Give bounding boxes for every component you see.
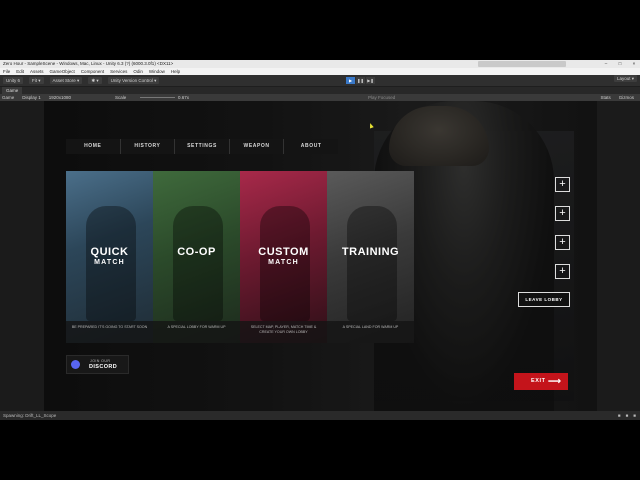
game-mode-dropdown[interactable]: Game [2, 94, 14, 101]
card-description: A SPECIAL LAND FOR WARM UP [342, 325, 399, 329]
window-title: Zero Hour - SampleScene - Windows, Mac, … [3, 61, 174, 66]
scale-label: Scale [115, 95, 127, 100]
card-subtitle: MATCH [268, 259, 299, 266]
nav-history[interactable]: HISTORY [121, 139, 176, 154]
letterbox-top [0, 0, 640, 60]
game-view: HOME HISTORY SETTINGS WEAPON ABOUT QUICK… [44, 101, 597, 411]
letterbox-bottom [0, 420, 640, 480]
party-slot-add-button[interactable]: + [555, 264, 570, 279]
step-button[interactable]: ▶❚ [366, 77, 375, 84]
card-title: CUSTOM [258, 246, 309, 258]
tab-game[interactable]: Game [2, 87, 23, 94]
status-icon: ■ [617, 413, 621, 418]
discord-line2: DISCORD [89, 364, 118, 370]
menu-gameobject[interactable]: GameObject [50, 68, 75, 75]
card-title: CO-OP [177, 246, 216, 258]
party-slot-add-button[interactable]: + [555, 177, 570, 192]
card-soldier [173, 206, 223, 321]
card-description: SELECT MAP, PLAYER, MATCH TIME & CREATE … [250, 325, 317, 334]
mode-card-quick-match[interactable]: QUICK MATCH BE PREPARED IT'S GOING TO ST… [66, 171, 153, 343]
menu-file[interactable]: File [3, 68, 10, 75]
game-view-toolbar: Game Display 1 1920x1080 Scale 0.67x Pla… [0, 94, 640, 101]
card-soldier [347, 206, 397, 321]
resolution-dropdown[interactable]: 1920x1080 [49, 94, 71, 101]
discord-icon [71, 360, 80, 369]
card-description: A SPECIAL LOBBY FOR WARM UP [167, 325, 226, 329]
status-message: Spawning: Drift_LL_Scope [3, 413, 57, 418]
close-button[interactable]: × [630, 60, 638, 68]
scale-value: 0.67x [178, 95, 190, 100]
menu-edit[interactable]: Edit [16, 68, 24, 75]
exit-button[interactable]: EXIT ⟶ [514, 373, 568, 390]
join-discord-button[interactable]: JOIN OUR DISCORD [66, 355, 129, 374]
arrow-right-icon: ⟶ [548, 376, 562, 386]
stats-button[interactable]: Stats [600, 94, 610, 101]
pause-button[interactable]: ❚❚ [356, 77, 365, 84]
unity-account-button[interactable]: Unity 6 [3, 77, 24, 84]
menu-assets[interactable]: Assets [30, 68, 44, 75]
card-title: QUICK [90, 246, 129, 258]
fit-dropdown[interactable]: Fit ▾ [29, 77, 44, 84]
scale-slider[interactable] [140, 97, 175, 98]
menu-odin[interactable]: Odin [133, 68, 143, 75]
gizmos-button[interactable]: Gizmos [619, 94, 634, 101]
exit-label: EXIT [531, 378, 546, 384]
party-slot-add-button[interactable]: + [555, 235, 570, 250]
main-nav: HOME HISTORY SETTINGS WEAPON ABOUT [66, 139, 338, 154]
mode-card-custom-match[interactable]: CUSTOM MATCH SELECT MAP, PLAYER, MATCH T… [240, 171, 327, 343]
menu-window[interactable]: Window [149, 68, 165, 75]
layout-dropdown[interactable]: Layout ▾ [613, 75, 637, 82]
panel-tabbar: Game [0, 87, 640, 94]
status-bar: Spawning: Drift_LL_Scope ■ ■ ■ [0, 411, 640, 420]
mode-card-training[interactable]: TRAINING A SPECIAL LAND FOR WARM UP [327, 171, 414, 343]
discord-line1: JOIN OUR [90, 359, 111, 363]
nav-weapon[interactable]: WEAPON [230, 139, 285, 154]
card-title: TRAINING [341, 246, 400, 258]
version-control-dropdown[interactable]: Unity Version Control ▾ [107, 77, 160, 84]
window-titlebar: Zero Hour - SampleScene - Windows, Mac, … [0, 60, 640, 68]
menu-component[interactable]: Component [81, 68, 104, 75]
party-slot-add-button[interactable]: + [555, 206, 570, 221]
menu-bar: File Edit Assets GameObject Component Se… [0, 68, 640, 75]
play-focused-dropdown[interactable]: Play Focused [368, 94, 395, 101]
display-dropdown[interactable]: Display 1 [22, 94, 41, 101]
menu-help[interactable]: Help [171, 68, 180, 75]
play-button[interactable]: ▶ [346, 77, 355, 84]
menu-services[interactable]: Services [110, 68, 127, 75]
asset-store-dropdown[interactable]: Asset Store ▾ [49, 77, 83, 84]
nav-settings[interactable]: SETTINGS [175, 139, 230, 154]
tools-dropdown[interactable]: ✱ ▾ [88, 77, 102, 84]
minimize-button[interactable]: – [602, 60, 610, 68]
mode-card-co-op[interactable]: CO-OP A SPECIAL LOBBY FOR WARM UP [153, 171, 240, 343]
status-icon: ■ [625, 413, 629, 418]
nav-home[interactable]: HOME [66, 139, 121, 154]
nav-about[interactable]: ABOUT [284, 139, 338, 154]
card-description: BE PREPARED IT'S GOING TO START SOON [71, 325, 148, 329]
maximize-button[interactable]: □ [616, 60, 624, 68]
card-subtitle: MATCH [94, 259, 125, 266]
promo-banner[interactable] [478, 61, 566, 67]
editor-toolbar: Unity 6 Fit ▾ Asset Store ▾ ✱ ▾ Unity Ve… [0, 75, 640, 87]
status-icon: ■ [633, 413, 636, 418]
leave-lobby-button[interactable]: LEAVE LOBBY [518, 292, 570, 307]
